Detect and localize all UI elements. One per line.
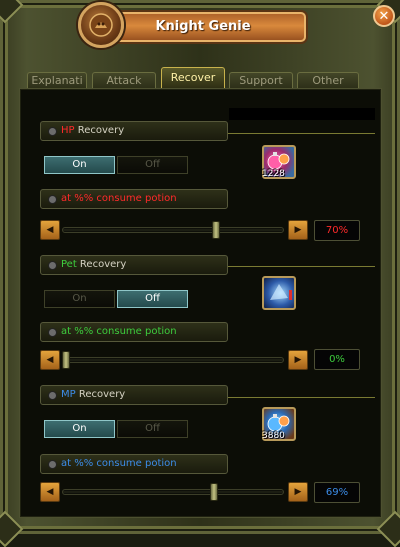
- hp-slider-track[interactable]: [62, 227, 284, 233]
- pet-decrease-button[interactable]: ◀: [40, 350, 60, 370]
- header-strip: [229, 108, 375, 120]
- close-button[interactable]: ✕: [373, 5, 395, 27]
- mp-increase-button[interactable]: ▶: [288, 482, 308, 502]
- mp-recovery-toggle: On Off: [43, 418, 189, 440]
- bullet-icon: [48, 391, 57, 400]
- mp-potion-icon[interactable]: 3880: [262, 407, 296, 441]
- pet-slider-track[interactable]: [62, 357, 284, 363]
- right-arrow-icon: ▶: [294, 487, 302, 497]
- pet-recovery-label: Pet Recovery: [40, 255, 228, 275]
- bullet-icon: [48, 460, 57, 469]
- bullet-icon: [48, 127, 57, 136]
- hp-increase-button[interactable]: ▶: [288, 220, 308, 240]
- hp-recovery-label: HP Recovery: [40, 121, 228, 141]
- pet-slider-thumb[interactable]: [62, 351, 70, 369]
- tab-explanation[interactable]: Explanati: [27, 72, 87, 89]
- tab-attack[interactable]: Attack: [92, 72, 156, 89]
- hp-decrease-button[interactable]: ◀: [40, 220, 60, 240]
- close-icon: ✕: [378, 8, 390, 24]
- right-arrow-icon: ▶: [294, 355, 302, 365]
- hp-consume-label: at %% consume potion: [40, 189, 228, 209]
- section-divider: [228, 133, 375, 134]
- left-arrow-icon: ◀: [46, 487, 54, 497]
- pet-on-button[interactable]: On: [44, 290, 115, 308]
- hp-off-button[interactable]: Off: [117, 156, 188, 174]
- bullet-icon: [48, 195, 57, 204]
- hp-potion-count: 1228: [262, 169, 285, 179]
- hp-recovery-toggle: On Off: [43, 154, 189, 176]
- mp-potion-count: 3880: [262, 431, 285, 441]
- mp-slider-track[interactable]: [62, 489, 284, 495]
- left-arrow-icon: ◀: [46, 355, 54, 365]
- mp-on-button[interactable]: On: [44, 420, 115, 438]
- section-divider: [228, 397, 375, 398]
- mp-recovery-label: MP Recovery: [40, 385, 228, 405]
- knight-emblem-icon: [78, 2, 124, 48]
- pet-threshold-value: 0%: [314, 349, 360, 370]
- mp-decrease-button[interactable]: ◀: [40, 482, 60, 502]
- left-arrow-icon: ◀: [46, 225, 54, 235]
- pet-potion-icon[interactable]: [262, 276, 296, 310]
- title-bar: Knight Genie: [100, 12, 306, 42]
- section-divider: [228, 266, 375, 267]
- pet-off-button[interactable]: Off: [117, 290, 188, 308]
- mp-slider-thumb[interactable]: [209, 483, 218, 501]
- hp-threshold-value: 70%: [314, 220, 360, 241]
- mp-off-button[interactable]: Off: [117, 420, 188, 438]
- mp-threshold-value: 69%: [314, 482, 360, 503]
- bullet-icon: [48, 328, 57, 337]
- pet-recovery-toggle: On Off: [43, 288, 189, 310]
- hp-on-button[interactable]: On: [44, 156, 115, 174]
- bullet-icon: [48, 261, 57, 270]
- mp-consume-label: at %% consume potion: [40, 454, 228, 474]
- pet-increase-button[interactable]: ▶: [288, 350, 308, 370]
- tab-other[interactable]: Other: [297, 72, 359, 89]
- right-arrow-icon: ▶: [294, 225, 302, 235]
- hp-slider-thumb[interactable]: [211, 221, 220, 239]
- tab-support[interactable]: Support: [229, 72, 293, 89]
- hp-potion-icon[interactable]: 1228: [262, 145, 296, 179]
- tab-recover[interactable]: Recover: [161, 67, 225, 89]
- pet-consume-label: at %% consume potion: [40, 322, 228, 342]
- window-title: Knight Genie: [155, 19, 251, 34]
